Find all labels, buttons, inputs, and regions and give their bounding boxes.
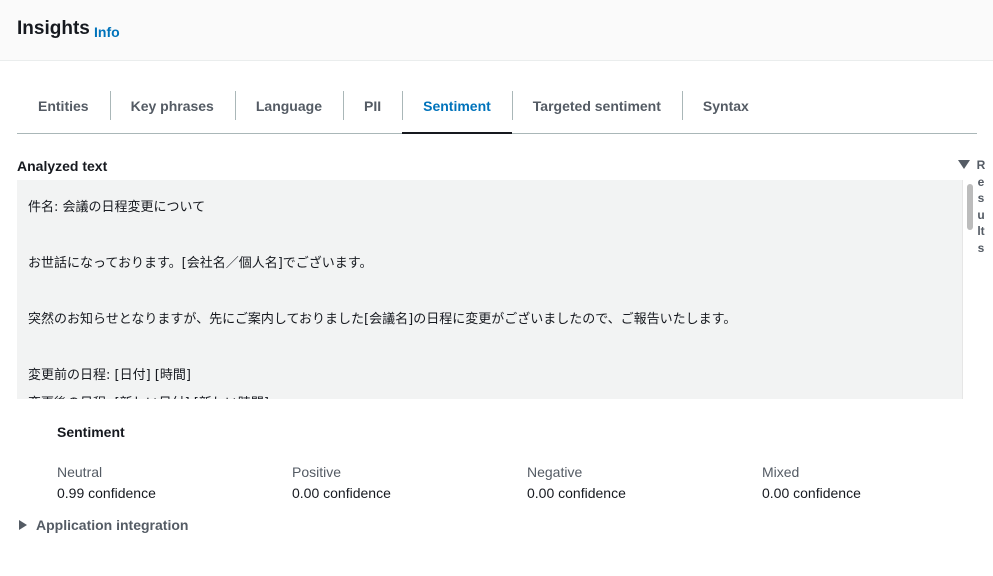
scrollbar-thumb[interactable] — [967, 184, 973, 230]
tab-language[interactable]: Language — [234, 79, 343, 133]
tab-key-phrases[interactable]: Key phrases — [109, 79, 235, 133]
application-integration-toggle[interactable]: Application integration — [19, 517, 188, 533]
tab-sentiment[interactable]: Sentiment — [402, 79, 512, 134]
metric-label: Positive — [292, 464, 342, 480]
caret-right-icon — [19, 520, 27, 530]
metric-label: Mixed — [762, 464, 800, 480]
analyzed-text-title: Analyzed text — [17, 158, 108, 174]
tab-entities[interactable]: Entities — [17, 79, 110, 133]
insights-tabs: Entities Key phrases Language PII Sentim… — [17, 79, 977, 134]
application-integration-label: Application integration — [36, 517, 189, 533]
metric-label: Negative — [527, 464, 583, 480]
insights-header: Insights Info — [0, 0, 993, 61]
analyzed-text-content: 件名: 会議の日程変更について お世話になっております。[会社名／個人名]でござ… — [28, 194, 958, 399]
metric-value: 0.99 confidence — [57, 485, 156, 501]
metric-value: 0.00 confidence — [762, 485, 861, 501]
tab-pii[interactable]: PII — [342, 79, 402, 133]
metric-value: 0.00 confidence — [292, 485, 391, 501]
text-line — [28, 222, 958, 250]
text-line: 変更後の日程: [新しい日付] [新しい時間] — [28, 390, 958, 399]
metric-value: 0.00 confidence — [527, 485, 626, 501]
text-line — [28, 334, 958, 362]
tab-syntax[interactable]: Syntax — [681, 79, 770, 133]
metric-positive: Positive 0.00 confidence — [292, 464, 512, 501]
text-line — [28, 278, 958, 306]
analyzed-text-box[interactable]: 件名: 会議の日程変更について お世話になっております。[会社名／個人名]でござ… — [17, 180, 977, 399]
sentiment-title: Sentiment — [57, 424, 125, 440]
text-line: 件名: 会議の日程変更について — [28, 200, 206, 215]
info-link[interactable]: Info — [94, 24, 120, 40]
results-panel-label[interactable]: Results — [976, 157, 986, 256]
page-title: Insights — [17, 18, 90, 39]
text-line: 突然のお知らせとなりますが、先にご案内しておりました[会議名]の日程に変更がござ… — [28, 312, 737, 327]
metric-neutral: Neutral 0.99 confidence — [57, 464, 277, 501]
text-line: 変更前の日程: [日付] [時間] — [28, 368, 191, 383]
metric-negative: Negative 0.00 confidence — [527, 464, 747, 501]
results-collapse-icon[interactable] — [958, 160, 970, 169]
text-scrollbar[interactable] — [962, 180, 977, 399]
metric-mixed: Mixed 0.00 confidence — [762, 464, 982, 501]
metric-label: Neutral — [57, 464, 103, 480]
tab-targeted-sentiment[interactable]: Targeted sentiment — [511, 79, 682, 133]
text-line: お世話になっております。[会社名／個人名]でございます。 — [28, 256, 373, 271]
